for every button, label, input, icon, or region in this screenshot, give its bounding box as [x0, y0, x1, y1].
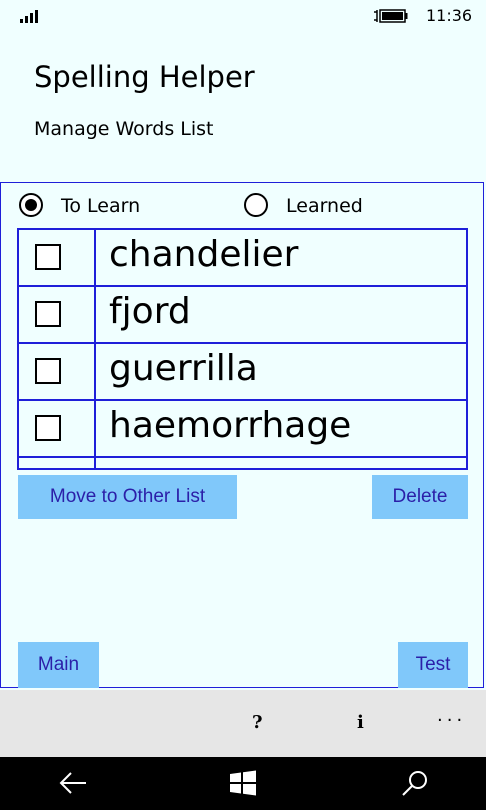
checkbox-cell: [19, 458, 96, 468]
search-icon[interactable]: [400, 770, 430, 796]
word-text: fjord: [109, 291, 191, 332]
signal-strength-icon: [20, 9, 42, 23]
word-checkbox[interactable]: [35, 415, 61, 441]
word-checkbox[interactable]: [35, 301, 61, 327]
radio-selected-dot: [25, 199, 37, 211]
checkbox-cell: [19, 230, 96, 285]
word-checkbox[interactable]: [35, 358, 61, 384]
app-title: Spelling Helper: [34, 60, 255, 94]
list-item[interactable]: guerrilla: [19, 344, 466, 401]
radio-label-to-learn: To Learn: [61, 195, 141, 217]
checkbox-cell: [19, 344, 96, 399]
list-item-partial[interactable]: [19, 458, 466, 468]
status-bar: 11:36: [0, 0, 486, 32]
clock: 11:36: [426, 6, 473, 25]
list-item[interactable]: fjord: [19, 287, 466, 344]
word-checkbox[interactable]: [35, 244, 61, 270]
more-button[interactable]: ···: [437, 710, 466, 731]
word-text: guerrilla: [109, 348, 258, 389]
checkbox-cell: [19, 401, 96, 456]
words-list[interactable]: chandelier fjord guerrilla haemorrhage: [17, 228, 468, 470]
app-bar: ? i ···: [0, 690, 486, 757]
main-button[interactable]: Main: [18, 642, 99, 688]
radio-circle[interactable]: [244, 193, 268, 217]
battery-charging-icon: [374, 9, 408, 23]
radio-label-learned: Learned: [286, 195, 363, 217]
checkbox-cell: [19, 287, 96, 342]
back-icon[interactable]: [58, 770, 88, 796]
info-button[interactable]: i: [357, 712, 364, 733]
navigation-bar: [0, 757, 486, 810]
move-to-other-list-button[interactable]: Move to Other List: [18, 475, 237, 519]
help-button[interactable]: ?: [252, 712, 263, 733]
list-item[interactable]: haemorrhage: [19, 401, 466, 458]
delete-button[interactable]: Delete: [372, 475, 468, 519]
radio-circle[interactable]: [19, 193, 43, 217]
page-subtitle: Manage Words List: [34, 118, 214, 140]
list-item[interactable]: chandelier: [19, 230, 466, 287]
test-button[interactable]: Test: [398, 642, 468, 688]
windows-start-icon[interactable]: [228, 770, 258, 796]
word-text: chandelier: [109, 234, 299, 275]
word-text: haemorrhage: [109, 405, 352, 446]
